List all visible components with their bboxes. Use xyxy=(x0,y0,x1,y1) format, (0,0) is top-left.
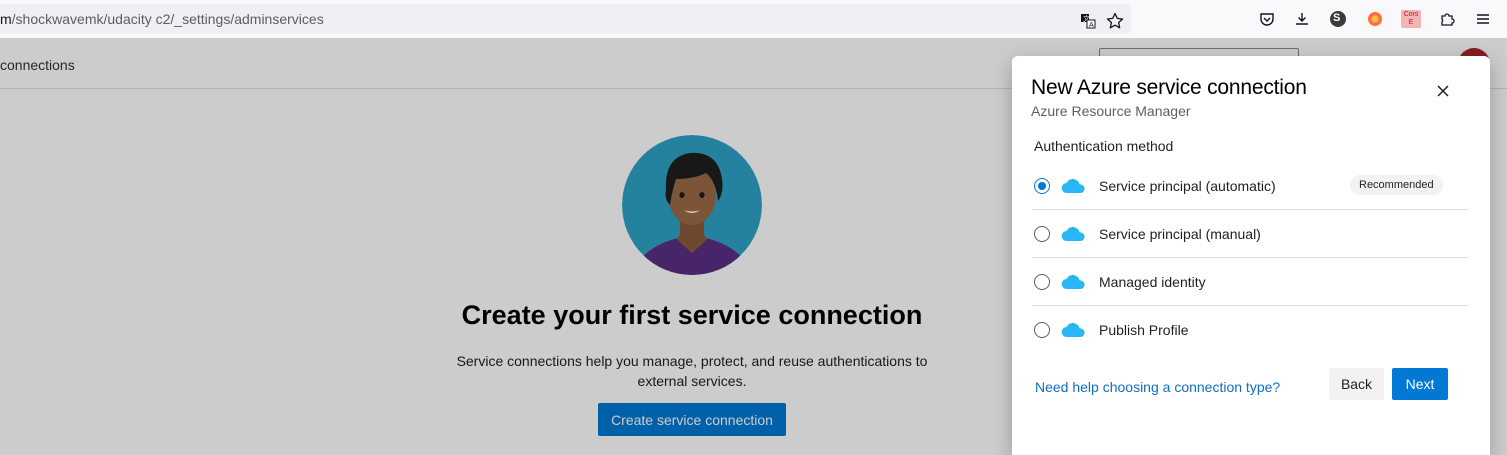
close-button[interactable] xyxy=(1434,82,1452,100)
panel-title: New Azure service connection xyxy=(1031,76,1307,99)
bookmark-star-icon[interactable] xyxy=(1106,12,1124,30)
address-bar[interactable]: m/shockwavemk/udacity c2/_settings/admin… xyxy=(0,4,1131,34)
radio-button[interactable] xyxy=(1034,322,1050,338)
url-text[interactable]: m/shockwavemk/udacity c2/_settings/admin… xyxy=(0,11,324,27)
new-service-connection-panel: New Azure service connection Azure Resou… xyxy=(1012,56,1490,455)
azure-cloud-icon xyxy=(1061,178,1085,193)
menu-icon[interactable] xyxy=(1473,9,1493,29)
cors-extension-label: Cors E xyxy=(1403,11,1419,26)
browser-toolbar: m/shockwavemk/udacity c2/_settings/admin… xyxy=(0,0,1507,38)
radio-button[interactable] xyxy=(1034,273,1050,290)
account-initial: S xyxy=(1333,12,1341,24)
url-path: /shockwavemk/udacity c2/_settings/admins… xyxy=(11,11,324,27)
back-button[interactable]: Back xyxy=(1329,368,1384,400)
radio-button[interactable] xyxy=(1034,225,1050,242)
translate-icon[interactable]: 文A xyxy=(1079,12,1097,30)
option-publish-profile[interactable]: Publish Profile xyxy=(1032,306,1468,354)
svg-text:A: A xyxy=(1089,22,1094,29)
azure-cloud-icon xyxy=(1061,274,1085,289)
authentication-method-label: Authentication method xyxy=(1034,138,1174,154)
puzzle-icon[interactable] xyxy=(1437,9,1457,29)
cors-extension-icon[interactable]: Cors E xyxy=(1401,10,1421,28)
radio-button[interactable] xyxy=(1034,177,1050,194)
download-icon[interactable] xyxy=(1292,9,1312,29)
account-icon[interactable]: S xyxy=(1328,9,1348,29)
option-label: Managed identity xyxy=(1099,273,1206,290)
help-link[interactable]: Need help choosing a connection type? xyxy=(1035,379,1280,395)
pocket-icon[interactable] xyxy=(1257,9,1277,29)
option-label: Publish Profile xyxy=(1099,322,1189,338)
panel-subtitle: Azure Resource Manager xyxy=(1031,103,1191,119)
option-service-principal-manual[interactable]: Service principal (manual) xyxy=(1032,210,1468,258)
option-label: Service principal (manual) xyxy=(1099,225,1261,242)
option-label: Service principal (automatic) xyxy=(1099,177,1276,194)
authentication-options: Service principal (automatic) Recommende… xyxy=(1032,162,1468,354)
azure-cloud-icon xyxy=(1061,322,1085,338)
close-icon xyxy=(1437,85,1449,97)
azure-cloud-icon xyxy=(1061,226,1085,241)
url-host: m xyxy=(0,11,12,27)
option-service-principal-automatic[interactable]: Service principal (automatic) Recommende… xyxy=(1032,162,1468,210)
option-managed-identity[interactable]: Managed identity xyxy=(1032,258,1468,306)
recommended-badge: Recommended xyxy=(1350,175,1443,195)
extension-icon[interactable] xyxy=(1365,9,1385,29)
next-button[interactable]: Next xyxy=(1392,368,1448,400)
